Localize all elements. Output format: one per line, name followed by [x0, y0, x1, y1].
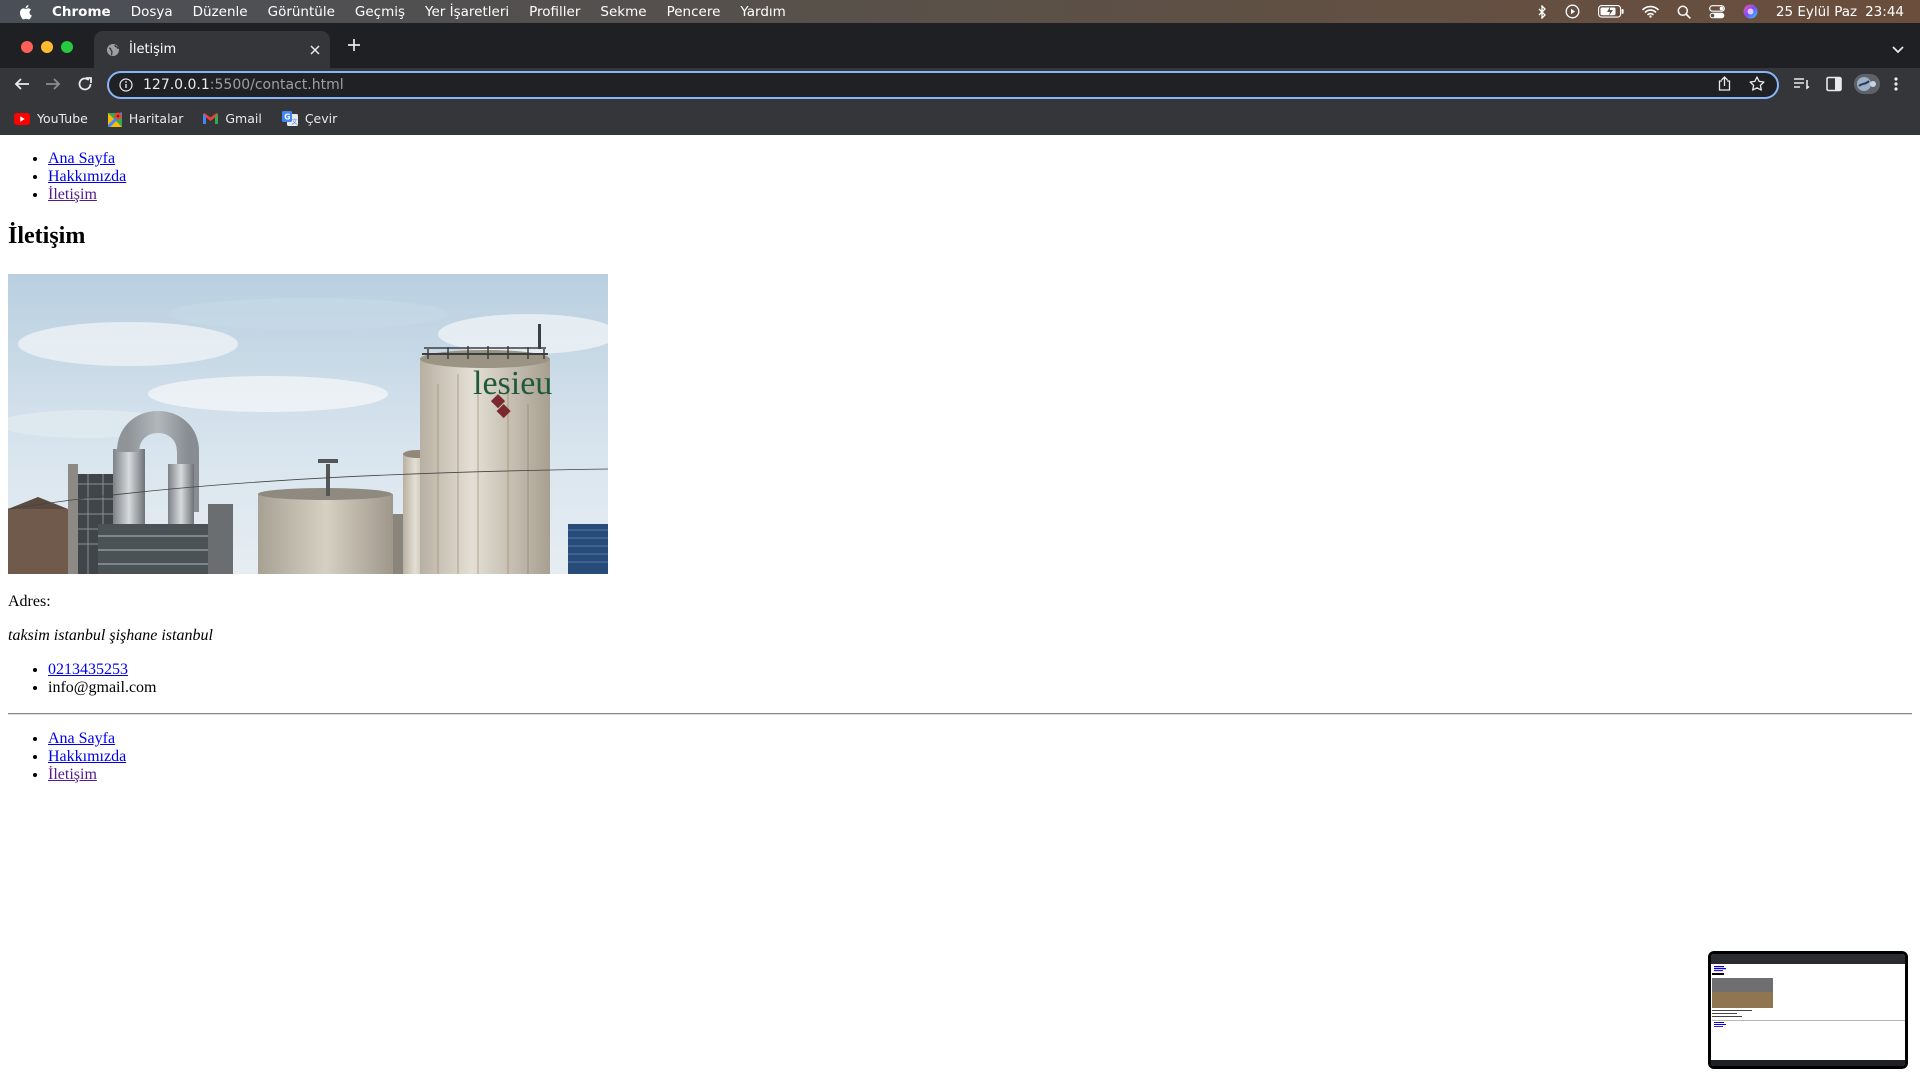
nav-link-hakkimizda[interactable]: Hakkımızda	[48, 168, 126, 185]
footer-nav-list: Ana Sayfa Hakkımızda İletişim	[8, 730, 126, 784]
svg-text:文: 文	[291, 118, 297, 126]
globe-icon	[106, 43, 120, 57]
tab-close-icon[interactable]	[310, 44, 320, 55]
bookmarks-bar: YouTube Haritalar Gmail G文 Çevir	[0, 102, 1920, 135]
menubar-date: 25 Eylül Paz	[1775, 3, 1858, 20]
reload-icon[interactable]	[77, 76, 93, 96]
control-center-icon[interactable]	[1708, 4, 1725, 19]
window-zoom-button[interactable]	[61, 41, 73, 53]
play-circle-icon[interactable]	[1565, 4, 1580, 19]
address-label: Adres:	[8, 593, 51, 610]
menu-goruntule[interactable]: Görüntüle	[268, 4, 335, 20]
menu-profiller[interactable]: Profiller	[529, 4, 580, 20]
bookmark-cevir[interactable]: G文 Çevir	[281, 111, 338, 126]
battery-icon[interactable]	[1597, 5, 1624, 18]
menubar-clock[interactable]: 25 Eylül Paz 23:44	[1776, 4, 1904, 20]
page-title: İletişim	[8, 223, 86, 249]
svg-text:G: G	[284, 113, 290, 122]
new-tab-plus-icon[interactable]	[346, 37, 362, 57]
maps-icon	[107, 111, 122, 127]
thumbnail-preview	[1711, 954, 1905, 1066]
list-item: İletişim	[48, 766, 126, 784]
bookmark-label: YouTube	[37, 111, 88, 126]
bookmark-label: Çevir	[304, 111, 338, 126]
forward-arrow-icon[interactable]	[45, 76, 61, 96]
browser-tab-active[interactable]: İletişim	[94, 31, 330, 68]
screenshot-thumbnail[interactable]	[1708, 951, 1908, 1069]
bookmark-haritalar[interactable]: Haritalar	[107, 111, 184, 127]
bookmark-label: Gmail	[225, 111, 262, 126]
factory-photo: lesieu	[8, 274, 608, 574]
menubar-status-area: 25 Eylül Paz 23:44	[1537, 4, 1904, 20]
url-text[interactable]: 127.0.0.1:5500/contact.html	[143, 77, 1718, 93]
phone-link[interactable]: 0213435253	[48, 661, 128, 678]
url-path: :5500/contact.html	[209, 77, 344, 93]
share-icon[interactable]	[1718, 75, 1731, 95]
top-nav-list: Ana Sayfa Hakkımızda İletişim	[8, 150, 126, 204]
menu-app-chrome[interactable]: Chrome	[52, 4, 111, 20]
web-page-content: Ana Sayfa Hakkımızda İletişim İletişim	[0, 135, 1920, 1080]
bookmark-star-icon[interactable]	[1749, 75, 1765, 95]
menu-duzenle[interactable]: Düzenle	[193, 4, 248, 20]
menu-yer-isaretleri[interactable]: Yer İşaretleri	[425, 4, 509, 20]
list-item: Ana Sayfa	[48, 730, 126, 748]
macos-menu-bar: Chrome Dosya Düzenle Görüntüle Geçmiş Ye…	[0, 0, 1920, 23]
divider	[8, 713, 1912, 715]
menu-pencere[interactable]: Pencere	[667, 4, 721, 20]
reading-list-icon[interactable]	[1793, 76, 1811, 92]
bookmark-label: Haritalar	[128, 111, 184, 126]
address-text: taksim istanbul şişhane istanbul	[8, 627, 213, 644]
more-menu-icon[interactable]	[1894, 76, 1898, 92]
bluetooth-icon[interactable]	[1537, 4, 1547, 19]
translate-icon: G文	[281, 111, 298, 126]
menu-sekme[interactable]: Sekme	[600, 4, 646, 20]
side-panel-icon[interactable]	[1826, 76, 1842, 92]
window-close-button[interactable]	[21, 41, 33, 53]
list-item: Hakkımızda	[48, 168, 126, 186]
silo-sign-text: lesieu	[473, 365, 552, 402]
footer-link-iletisim[interactable]: İletişim	[48, 766, 97, 783]
bookmark-gmail[interactable]: Gmail	[203, 111, 262, 126]
back-arrow-icon[interactable]	[14, 76, 30, 96]
nav-link-iletisim[interactable]: İletişim	[48, 186, 97, 203]
list-item: Hakkımızda	[48, 748, 126, 766]
url-host: 127.0.0.1	[143, 77, 210, 93]
profile-avatar-icon[interactable]	[1854, 74, 1880, 94]
menu-dosya[interactable]: Dosya	[131, 4, 173, 20]
window-minimize-button[interactable]	[41, 41, 53, 53]
browser-toolbar: 127.0.0.1:5500/contact.html	[0, 68, 1920, 102]
footer-link-hakkimizda[interactable]: Hakkımızda	[48, 748, 126, 765]
site-info-icon[interactable]	[119, 78, 133, 92]
nav-link-ana-sayfa[interactable]: Ana Sayfa	[48, 150, 115, 167]
gmail-icon	[203, 113, 219, 124]
footer-link-ana-sayfa[interactable]: Ana Sayfa	[48, 730, 115, 747]
youtube-icon	[14, 112, 30, 125]
tab-search-chevron-down-icon[interactable]	[1892, 39, 1904, 58]
siri-icon[interactable]	[1743, 4, 1758, 19]
list-item: 0213435253	[48, 661, 157, 679]
menubar-time: 23:44	[1865, 3, 1904, 20]
wifi-icon[interactable]	[1642, 5, 1659, 18]
email-text: info@gmail.com	[48, 679, 157, 697]
list-item: İletişim	[48, 186, 126, 204]
list-item: Ana Sayfa	[48, 150, 126, 168]
spotlight-search-icon[interactable]	[1677, 5, 1691, 19]
menu-yardim[interactable]: Yardım	[740, 4, 785, 20]
apple-menu-icon[interactable]	[18, 4, 36, 20]
bookmark-youtube[interactable]: YouTube	[14, 111, 88, 126]
tab-title: İletişim	[129, 42, 177, 57]
browser-tab-strip: İletişim	[0, 23, 1920, 68]
menu-gecmis[interactable]: Geçmiş	[355, 4, 405, 20]
address-bar[interactable]: 127.0.0.1:5500/contact.html	[107, 71, 1779, 99]
contact-list: 0213435253 info@gmail.com	[8, 661, 157, 697]
